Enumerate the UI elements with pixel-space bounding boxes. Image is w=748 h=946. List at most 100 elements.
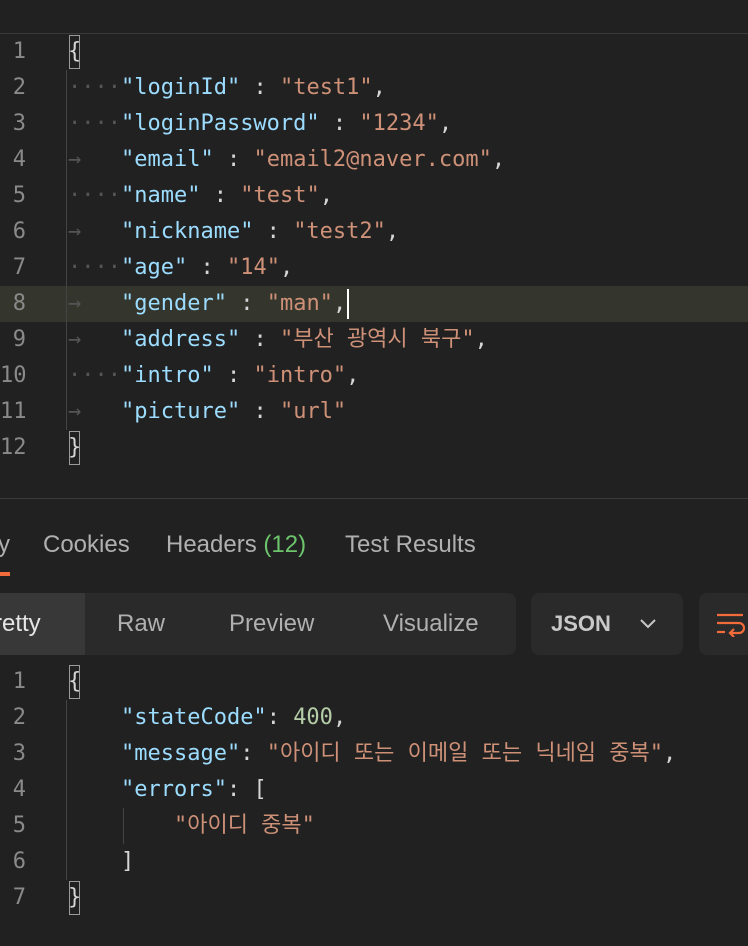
line-number: 4 (12, 147, 26, 172)
whitespace-marker: ···· (68, 363, 121, 388)
code-line: 9 → "address" : "부산 광역시 북구", (0, 322, 748, 358)
code-text: { (68, 664, 81, 700)
json-value: "test2" (293, 219, 386, 244)
code-text: "stateCode": 400, (68, 700, 346, 736)
json-comma: , (332, 705, 347, 730)
whitespace-marker (68, 705, 121, 730)
json-separator: : (213, 363, 254, 388)
line-number: 6 (12, 849, 26, 874)
json-value: "아이디 중복" (173, 813, 315, 838)
code-text: } (68, 880, 81, 916)
code-text: { (68, 34, 81, 70)
brace-token: } (68, 430, 81, 466)
line-number: 3 (12, 111, 26, 136)
code-line: 7} (0, 880, 748, 916)
json-key: "gender" (120, 291, 227, 316)
tab-test-results[interactable]: Test Results (345, 519, 476, 571)
indent-guide (66, 700, 67, 880)
json-comma: , (346, 363, 360, 388)
brace-token: { (68, 664, 81, 700)
top-bar (0, 0, 748, 34)
json-separator: : (319, 111, 360, 136)
whitespace-marker: → (68, 219, 121, 244)
code-line: 1{ (0, 664, 748, 700)
line-number: 5 (12, 183, 26, 208)
code-line: 6 → "nickname" : "test2", (0, 214, 748, 250)
json-comma: , (279, 255, 294, 280)
pretty-button[interactable]: retty (0, 593, 85, 655)
whitespace-marker: ···· (68, 75, 121, 100)
json-separator: : (200, 183, 241, 208)
json-value: ] (120, 849, 135, 874)
json-key: "stateCode" (120, 705, 267, 730)
json-separator: : (253, 219, 294, 244)
preview-button[interactable]: Preview (229, 593, 314, 655)
json-key: "intro" (120, 363, 214, 388)
json-comma: , (319, 183, 333, 208)
json-key: "errors" (120, 777, 227, 802)
json-key: "name" (120, 183, 201, 208)
brace-token: } (68, 880, 81, 916)
raw-button[interactable]: Raw (117, 593, 165, 655)
code-line: 4 → "email" : "email2@naver.com", (0, 142, 748, 178)
line-number: 11 (0, 399, 27, 424)
code-line: 5 ····"name" : "test", (0, 178, 748, 214)
json-key: "email" (120, 147, 214, 172)
json-separator: : (187, 255, 227, 280)
json-key: "loginId" (120, 75, 241, 100)
visualize-button[interactable]: Visualize (383, 593, 479, 655)
json-key: "address" (120, 327, 241, 352)
code-line: 7 ····"age" : "14", (0, 250, 748, 286)
json-value: "intro" (253, 363, 347, 388)
code-line: 6 ] (0, 844, 748, 880)
whitespace-marker (68, 777, 121, 802)
json-separator: : (266, 705, 294, 730)
wrap-lines-button[interactable] (699, 593, 748, 655)
json-value: "부산 광역시 북구" (279, 327, 475, 352)
pretty-label: retty (0, 610, 41, 637)
indent-guide (123, 808, 124, 844)
code-line: 2 "stateCode": 400, (0, 700, 748, 736)
whitespace-marker: → (68, 147, 121, 172)
json-value: "man" (266, 291, 333, 316)
tab-cookies[interactable]: Cookies (43, 519, 130, 571)
tab-headers[interactable]: Headers (12) (166, 519, 306, 571)
line-number: 2 (12, 75, 26, 100)
whitespace-marker: ···· (68, 183, 121, 208)
line-number: 4 (12, 777, 26, 802)
pane-divider[interactable] (0, 498, 748, 499)
indent-guide (66, 70, 67, 430)
json-value: "test" (240, 183, 320, 208)
json-comma: , (474, 327, 488, 352)
json-value: [ (253, 777, 267, 802)
whitespace-marker: ···· (68, 111, 121, 136)
json-key: "loginPassword" (120, 111, 320, 136)
json-value: "아이디 또는 이메일 또는 닉네임 중복" (266, 741, 664, 766)
active-tab-indicator (0, 572, 10, 576)
response-tabs: y Cookies Headers (12) Test Results (0, 519, 748, 579)
format-select-value: JSON (551, 611, 611, 636)
whitespace-marker: ···· (68, 255, 121, 280)
json-value: "test1" (279, 75, 373, 100)
line-number: 9 (12, 327, 26, 352)
line-number: 6 (12, 219, 26, 244)
brace-token: { (68, 34, 81, 70)
headers-count-badge: (12) (263, 531, 307, 558)
line-number: 1 (12, 669, 26, 694)
code-line: 3 "message": "아이디 또는 이메일 또는 닉네임 중복", (0, 736, 748, 772)
code-text: → "address" : "부산 광역시 북구", (68, 322, 488, 358)
code-text: ····"name" : "test", (68, 178, 333, 214)
code-line: 11 → "picture" : "url" (0, 394, 748, 430)
json-separator: : (240, 327, 280, 352)
code-line: 1{ (0, 34, 748, 70)
code-text: ····"intro" : "intro", (68, 358, 359, 394)
tab-body[interactable]: y (0, 519, 10, 571)
json-comma: , (332, 291, 347, 316)
json-separator: : (240, 399, 280, 424)
format-select[interactable]: JSON (531, 593, 683, 655)
code-line: 5 "아이디 중복" (0, 808, 748, 844)
line-number: 3 (12, 741, 26, 766)
code-text: → "email" : "email2@naver.com", (68, 142, 505, 178)
whitespace-marker (68, 813, 174, 838)
json-separator: : (213, 147, 254, 172)
